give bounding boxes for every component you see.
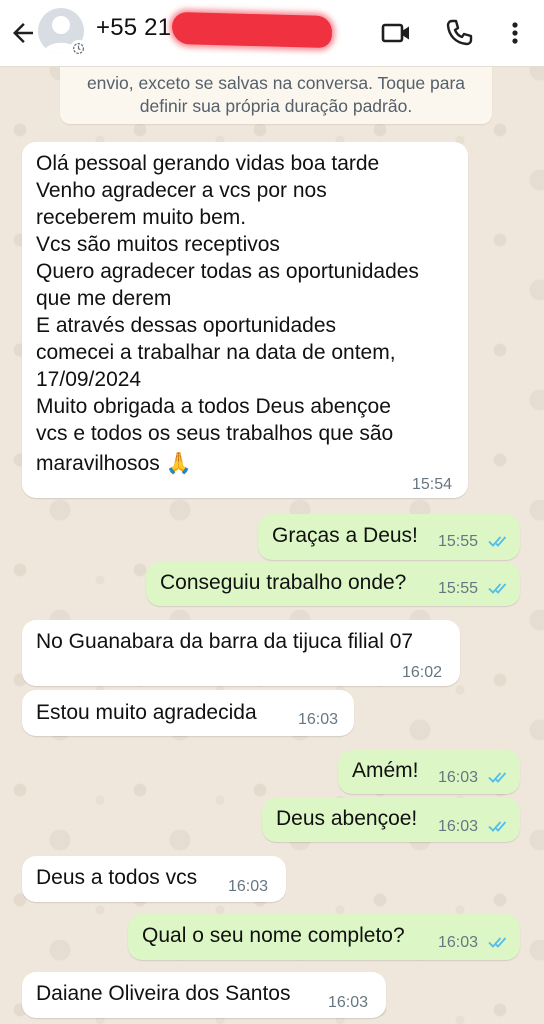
message-text: No Guanabara da barra da tijuca filial 0… [36,630,414,653]
message-time: 16:03 [328,994,369,1011]
message-line: Venho agradecer a vcs por nos [36,179,327,202]
read-receipt-icon [488,937,507,948]
disappearing-messages-notice[interactable]: envio, exceto se salvas na conversa. Toq… [60,66,492,124]
incoming-message[interactable]: Olá pessoal gerando vidas boa tarde Venh… [22,142,468,498]
video-call-icon[interactable] [380,17,412,49]
message-text: Conseguiu trabalho onde? [160,571,407,594]
message-line: que me derem [36,287,172,310]
message-line: Muito obrigada a todos Deus abençoe [36,395,391,418]
message-text: Deus abençoe! [276,807,418,830]
disappearing-timer-icon [70,40,87,57]
voice-call-icon[interactable] [443,17,475,49]
message-time: 15:55 [438,580,479,597]
message-line: 17/09/2024 [36,368,142,391]
read-receipt-icon [488,583,507,594]
incoming-message[interactable]: Deus a todos vcs 16:03 [22,856,286,902]
message-time: 16:03 [438,769,479,786]
outgoing-message[interactable]: Graças a Deus! 15:55 [258,514,520,560]
message-text: Graças a Deus! [272,524,418,547]
contact-number-prefix: +55 21 [96,14,172,41]
message-line: Quero agradecer todas as oportunidades [36,260,419,283]
message-time: 16:03 [298,711,339,728]
message-line: maravilhosos 🙏 [36,452,192,475]
message-time: 16:03 [438,934,479,951]
message-time: 16:03 [438,818,479,835]
message-line: E através dessas oportunidades [36,314,337,337]
outgoing-message[interactable]: Deus abençoe! 16:03 [262,798,520,842]
incoming-message[interactable]: Estou muito agradecida 16:03 [22,690,354,736]
message-text: Daiane Oliveira dos Santos [36,982,291,1005]
read-receipt-icon [488,536,507,547]
message-line: vcs e todos os seus trabalhos que são [36,422,394,445]
notice-line-2: definir sua própria duração padrão. [139,96,413,116]
notice-line-1: envio, exceto se salvas na conversa. Toq… [86,73,466,93]
message-text: Deus a todos vcs [36,866,198,889]
chat-header: +55 21 98081-1532 [0,0,544,67]
outgoing-message[interactable]: Amém! 16:03 [338,750,520,794]
message-time: 16:02 [402,664,443,681]
message-text: Amém! [352,759,419,782]
outgoing-message[interactable]: Qual o seu nome completo? 16:03 [128,914,520,960]
incoming-message[interactable]: No Guanabara da barra da tijuca filial 0… [22,620,460,686]
message-line: Olá pessoal gerando vidas boa tarde [36,152,380,175]
read-receipt-icon [488,821,507,832]
message-line: Vcs são muitos receptivos [36,233,280,256]
incoming-message[interactable]: Daiane Oliveira dos Santos 16:03 [22,972,386,1018]
outgoing-message[interactable]: Conseguiu trabalho onde? 15:55 [146,562,520,606]
message-time: 16:03 [228,878,269,895]
message-line: comecei a trabalhar na data de ontem, [36,341,396,364]
message-time: 15:54 [412,476,453,493]
more-options-icon[interactable] [499,17,531,49]
message-text: Estou muito agradecida [36,701,257,724]
redaction-mark [171,11,333,49]
read-receipt-icon [488,772,507,783]
back-arrow-icon[interactable] [8,18,38,48]
message-text: Qual o seu nome completo? [142,924,405,947]
message-line: receberem muito bem. [36,206,247,229]
message-time: 15:55 [438,533,479,550]
